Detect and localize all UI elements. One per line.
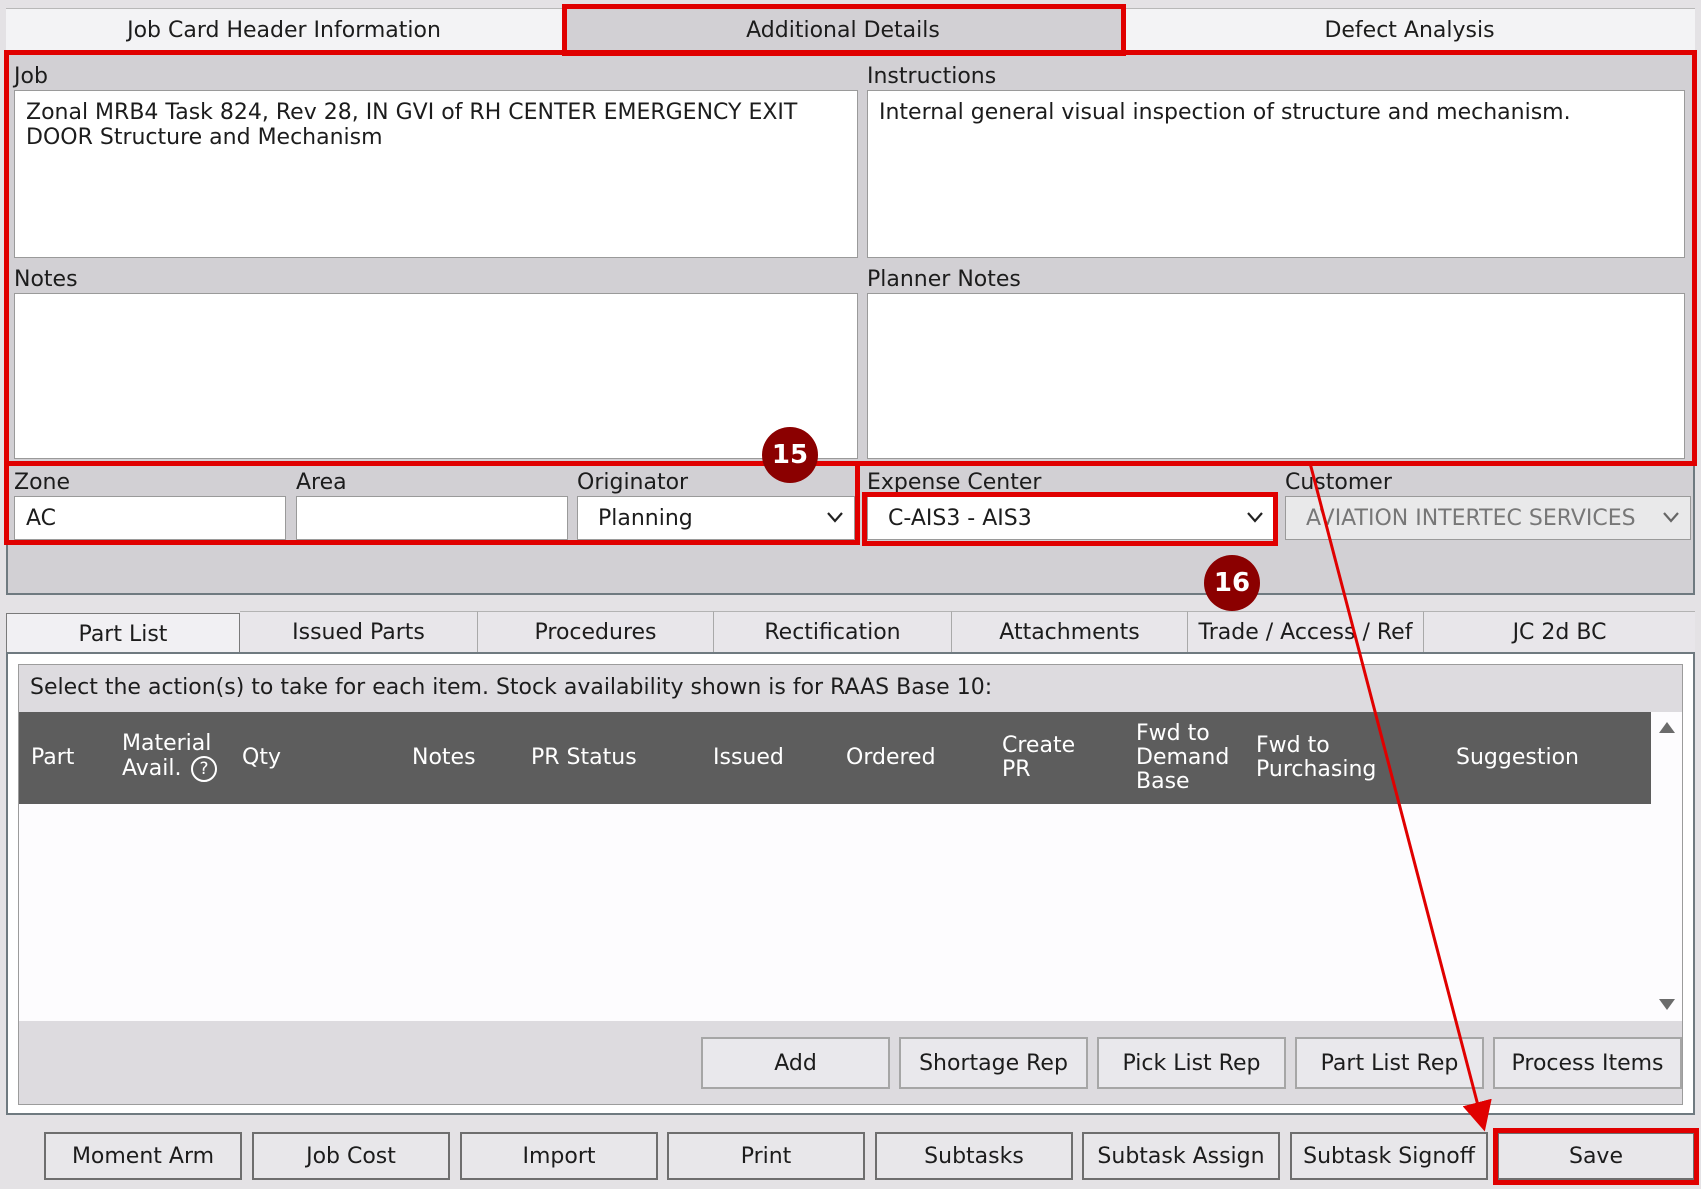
badge-16: 16 — [1204, 555, 1260, 611]
arrow-to-save — [1308, 462, 1492, 1132]
badge-15: 15 — [762, 427, 818, 483]
